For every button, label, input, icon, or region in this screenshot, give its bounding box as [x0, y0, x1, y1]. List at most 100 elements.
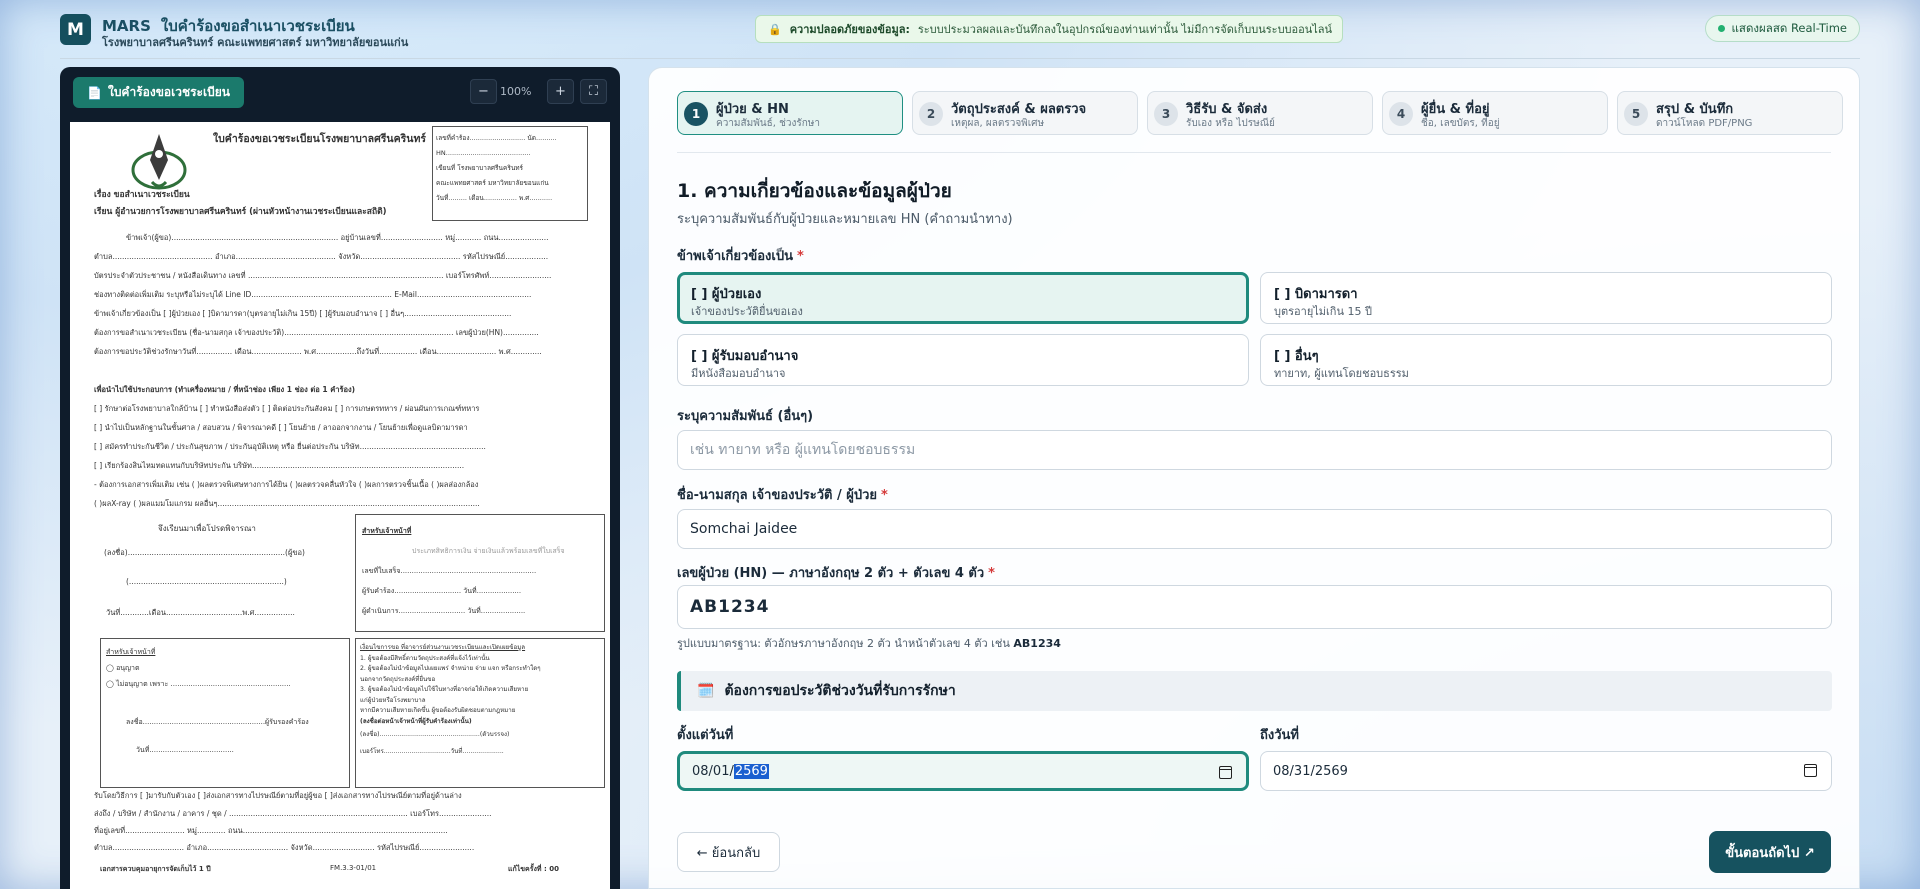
doc-notes-sign-title: (ลงชื่อต่อหน้าเจ้าหน้าที่ผู้รับคำร้องเท่…	[360, 717, 472, 725]
doc-option-label: อนุญาต	[116, 664, 140, 672]
fullscreen-button[interactable]: ⛶	[580, 79, 607, 104]
doc-to: เรียน ผู้อำนวยการโรงพยาบาลศรีนครินทร์ (ผ…	[94, 207, 387, 217]
doc-note: 1. ผู้ขอต้องมีสิทธิ์ตามวัตถุประสงค์ที่แจ…	[360, 654, 490, 662]
calendar-picker-icon[interactable]	[1804, 764, 1817, 777]
doc-note: 3. ผู้ขอต้องไม่นำข้อมูลไปใช้ในทางที่อาจก…	[360, 686, 529, 693]
to-date-label: ถึงวันที่	[1260, 728, 1299, 743]
live-dot-icon	[1717, 25, 1725, 32]
doc-footer-mid: FM.3.3-01/01	[330, 864, 377, 872]
step-4[interactable]: 4 ผู้ยื่น & ที่อยู่ ชื่อ, เลขบัตร, ที่อยู่	[1382, 91, 1608, 135]
doc-line: ตำบล....................................…	[94, 252, 549, 261]
zoom-level: 100%	[500, 85, 532, 98]
option-other[interactable]: [ ] อื่นๆ ทายาท, ผู้แทนโดยชอบธรรม	[1260, 334, 1832, 386]
calendar-picker-icon[interactable]	[1219, 766, 1232, 779]
doc-heading: ใบคำร้องขอเวชระเบียนโรงพยาบาลศรีนครินทร์	[213, 133, 426, 145]
doc-notes-title: เงื่อนไขการขอ ที่อาจารย์ส่วนงานเวชระเบีย…	[360, 644, 526, 651]
header-divider	[60, 58, 1860, 59]
step-number: 2	[919, 102, 943, 126]
doc-box-line: คณะแพทยศาสตร์ มหาวิทยาลัยขอนแก่น	[436, 179, 549, 187]
step-number: 1	[684, 102, 708, 126]
option-patient-self[interactable]: [ ] ผู้ป่วยเอง เจ้าของประวัติยื่นขอเอง	[677, 272, 1249, 324]
hn-input[interactable]: AB1234	[677, 585, 1832, 629]
doc-option-deny: ◯ ไม่อนุญาต เพราะ ......................…	[106, 680, 291, 688]
doc-officer-line: เลขที่ใบเสร็จ...........................…	[362, 567, 537, 575]
document-page: ใบคำร้องขอเวชระเบียนโรงพยาบาลศรีนครินทร์…	[70, 122, 610, 889]
from-date-monthday: 08/01/	[692, 763, 734, 779]
doc-officer2-box: สำหรับเจ้าหน้าที่ ◯ อนุญาต ◯ ไม่อนุญาต เ…	[100, 638, 350, 788]
doc-line: ต้องการขอประวัติช่วงรักษาวันที่.........…	[94, 347, 542, 356]
app-subtitle: โรงพยาบาลศรีนครินทร์ คณะแพทยศาสตร์ มหาวิ…	[102, 36, 409, 49]
doc-line: - ต้องการเอกสารเพิ่มเติม เช่น ( )ผลตรวจพ…	[94, 480, 479, 489]
hn-hint-example: AB1234	[1013, 637, 1061, 650]
doc-paren-line: (.......................................…	[126, 577, 287, 586]
doc-officer2-date: วันที่..................................…	[136, 746, 234, 754]
step-5[interactable]: 5 สรุป & บันทึก ดาวน์โหลด PDF/PNG	[1617, 91, 1843, 135]
doc-note: 2. ผู้ขอต้องไม่นำข้อมูลไปเผยแพร่ จำหน่าย…	[360, 665, 541, 672]
privacy-title: ความปลอดภัยของข้อมูล:	[789, 23, 910, 36]
required-mark: *	[796, 249, 804, 264]
doc-addr: ตำบล.............................. อำเภอ…	[94, 843, 475, 852]
hn-hint-text: รูปแบบมาตรฐาน: ตัวอักษรภาษาอังกฤษ 2 ตัว …	[677, 637, 1010, 650]
step-number: 5	[1624, 102, 1648, 126]
doc-box-line: HN......................................…	[436, 149, 531, 157]
app-logo: M	[60, 14, 91, 45]
option-proxy[interactable]: [ ] ผู้รับมอบอำนาจ มีหนังสือมอบอำนาจ	[677, 334, 1249, 386]
step-number: 3	[1154, 102, 1178, 126]
section-subtitle: ระบุความสัมพันธ์กับผู้ป่วยและหมายเลข HN …	[677, 212, 1013, 227]
zoom-out-button[interactable]: −	[470, 79, 497, 104]
other-relation-input[interactable]: เช่น ทายาท หรือ ผู้แทนโดยชอบธรรม	[677, 430, 1832, 470]
document-icon: 📄	[87, 85, 102, 100]
patient-name-label-text: ชื่อ-นามสกุล เจ้าของประวัติ / ผู้ป่วย	[677, 488, 878, 503]
patient-name-input[interactable]: Somchai Jaidee	[677, 509, 1832, 549]
step-subtitle: ความสัมพันธ์, ช่วงรักษา	[716, 118, 821, 129]
doc-addr: ที่อยู่เลขที่......................... ห…	[94, 826, 448, 835]
doc-note: นอกจากวัตถุประสงค์ที่ยื่นขอ	[360, 675, 436, 683]
form-preview-button[interactable]: 📄 ใบคำร้องขอเวชระเบียน	[73, 77, 244, 108]
doc-officer-box: สำหรับเจ้าหน้าที่ ประเภทสิทธิการเงิน จ่า…	[355, 514, 605, 632]
doc-notes-box: เงื่อนไขการขอ ที่อาจารย์ส่วนงานเวชระเบีย…	[355, 638, 605, 788]
doc-line: ข้าพเจ้าเกี่ยวข้องเป็น [ ]ผู้ป่วยเอง [ ]…	[94, 309, 512, 318]
doc-line: ข้าพเจ้า(ผู้ขอ).........................…	[126, 233, 549, 242]
doc-officer2-sign: ลงชื่อ..................................…	[126, 718, 309, 726]
stepper: 1 ผู้ป่วย & HN ความสัมพันธ์, ช่วงรักษา 2 วั…	[677, 91, 1843, 135]
period-section-header: 🗓️ ต้องการขอประวัติช่วงวันที่รับการรักษา	[677, 671, 1832, 711]
from-date-input[interactable]: 08/01/2569	[677, 751, 1249, 791]
stepper-divider	[677, 152, 1831, 153]
doc-line: [ ] สมัครทำประกันชีวิต / ประกันสุขภาพ / …	[94, 442, 486, 451]
step-1[interactable]: 1 ผู้ป่วย & HN ความสัมพันธ์, ช่วงรักษา	[677, 91, 903, 135]
doc-line: [ ] นำไปเป็นหลักฐานในชั้นศาล / สอบสวน / …	[94, 423, 468, 432]
doc-line: [ ] รักษาต่อโรงพยาบาลใกล้บ้าน [ ] ทำหนัง…	[94, 404, 480, 413]
to-date-input[interactable]: 08/31/2569	[1260, 751, 1832, 791]
zoom-in-button[interactable]: +	[547, 79, 574, 104]
doc-officer-title: สำหรับเจ้าหน้าที่	[362, 527, 412, 535]
step-3[interactable]: 3 วิธีรับ & จัดส่ง รับเอง หรือ ไปรษณีย์	[1147, 91, 1373, 135]
doc-footer-left: เอกสารควบคุมอายุการจัดเก็บไว้ 1 ปี	[100, 865, 211, 873]
other-relation-label: ระบุความสัมพันธ์ (อื่นๆ)	[677, 409, 814, 424]
doc-box-line: เขียนที่ โรงพยาบาลศรีนครินทร์	[436, 164, 524, 172]
document-preview-panel: 📄 ใบคำร้องขอเวชระเบียน − 100% + ⛶ ใบคำร้อ…	[60, 67, 620, 889]
step-subtitle: เหตุผล, ผลตรวจพิเศษ	[951, 118, 1045, 129]
doc-notes-phone: เบอร์โทร................................…	[360, 747, 504, 755]
doc-note: หากมีความเสียหายเกิดขึ้น ผู้ขอต้องรับผิด…	[360, 707, 516, 714]
period-section-title: ต้องการขอประวัติช่วงวันที่รับการรักษา	[724, 683, 956, 699]
doc-officer-cols: ประเภทสิทธิการเงิน จ่ายเงินแล้วพร้อมเลขท…	[412, 547, 565, 555]
option-subtitle: มีหนังสือมอบอำนาจ	[691, 367, 786, 380]
required-mark: *	[881, 488, 888, 503]
doc-footer-right: แก้ไขครั้งที่ : 00	[508, 865, 559, 873]
doc-box-line: เลขที่คำร้อง........................... …	[436, 134, 557, 142]
lock-icon: 🔒	[768, 22, 782, 36]
relation-label: ข้าพเจ้าเกี่ยวข้องเป็น *	[677, 245, 804, 266]
doc-sign-line: (ลงชื่อ)................................…	[104, 548, 305, 557]
relation-label-text: ข้าพเจ้าเกี่ยวข้องเป็น	[677, 249, 793, 264]
calendar-icon: 🗓️	[697, 683, 715, 699]
step-2[interactable]: 2 วัตถุประสงค์ & ผลตรวจ เหตุผล, ผลตรวจพิเศ…	[912, 91, 1138, 135]
option-subtitle: บุตรอายุไม่เกิน 15 ปี	[1274, 305, 1372, 318]
step-subtitle: ดาวน์โหลด PDF/PNG	[1656, 118, 1753, 129]
next-step-button[interactable]: ขั้นตอนถัดไป ↗	[1709, 831, 1831, 873]
step-subtitle: ชื่อ, เลขบัตร, ที่อยู่	[1421, 118, 1500, 129]
back-button[interactable]: ← ย้อนกลับ	[677, 832, 780, 872]
doc-notes-sign: (ลงชื่อ)................................…	[360, 731, 510, 738]
privacy-text: ระบบประมวลผลและบันทึกลงในอุปกรณ์ของท่านเ…	[917, 23, 1333, 36]
doc-line: ช่องทางติดต่อเพิ่มเติม ระบุหรือไม่ระบุได…	[94, 290, 532, 299]
option-parent[interactable]: [ ] บิดามารดา บุตรอายุไม่เกิน 15 ปี	[1260, 272, 1832, 324]
